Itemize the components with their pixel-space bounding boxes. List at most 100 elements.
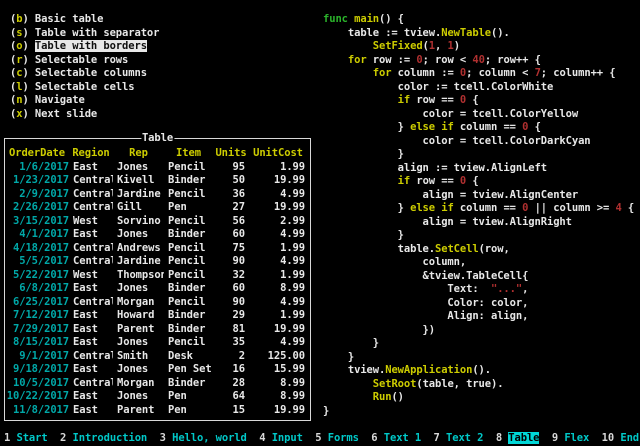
status-slide-10[interactable]: 10 End (602, 432, 639, 444)
status-slide-2[interactable]: 2 Introduction (60, 432, 147, 444)
code-token: column == (454, 202, 522, 214)
table-cell: Jones (113, 363, 164, 377)
code-line: } (323, 337, 634, 351)
table-cell: Binder (164, 282, 213, 296)
table-row: 9/18/2017EastJonesPen Set1615.99 (5, 363, 310, 377)
table-cell: Gill (113, 201, 164, 215)
code-token: (). (472, 364, 491, 376)
status-slide-3[interactable]: 3 Hello, world (160, 432, 247, 444)
status-slide-9[interactable]: 9 Flex (552, 432, 589, 444)
table-cell: Pen (164, 390, 213, 404)
table-cell: 2/26/2017 (5, 201, 69, 215)
menu-item-c[interactable]: (c) Selectable columns (10, 67, 159, 81)
table-cell: 4.99 (249, 228, 307, 242)
menu-item-n[interactable]: (n) Navigate (10, 94, 159, 108)
menu-item-x[interactable]: (x) Next slide (10, 108, 159, 122)
code-token: } (323, 337, 379, 349)
table-cell: 8.99 (249, 282, 307, 296)
status-slide-8[interactable]: 8 Table (496, 432, 540, 444)
code-token: color = tcell.ColorDarkCyan (323, 135, 591, 147)
table-row: 9/1/2017CentralSmithDesk2125.00 (5, 350, 310, 364)
shortcut-paren: ) (22, 27, 34, 39)
table-panel: Table OrderDateRegionRepItemUnitsUnitCos… (4, 138, 311, 421)
code-line: SetFixed(1, 1) (323, 40, 634, 54)
code-line: if row == 0 { (323, 94, 634, 108)
shortcut-paren: ) (22, 13, 34, 25)
table-cell: 36 (213, 188, 249, 202)
table-cell: 2.99 (249, 215, 307, 229)
table-cell: 4/18/2017 (5, 242, 69, 256)
table-cell: 29 (213, 309, 249, 323)
table-row: 5/5/2017CentralJardinePencil904.99 (5, 255, 310, 269)
code-line: color := tcell.ColorWhite (323, 81, 634, 95)
menu-item-o[interactable]: (o) Table with borders (10, 40, 159, 54)
table-cell: 50 (213, 174, 249, 188)
table-cell: Thompson (113, 269, 164, 283)
table-cell: 15 (213, 404, 249, 418)
table-cell: 1.99 (249, 161, 307, 175)
status-slide-number: 7 (434, 432, 440, 444)
table-cell: West (69, 269, 113, 283)
table-row: 1/6/2017EastJonesPencil951.99 (5, 161, 310, 175)
table-row: 10/22/2017EastJonesPen648.99 (5, 390, 310, 404)
code-line: Color: color, (323, 297, 634, 311)
status-slide-6[interactable]: 6 Text 1 (371, 432, 421, 444)
table-cell: East (69, 336, 113, 350)
code-line: for row := 0; row < 40; row++ { (323, 54, 634, 68)
table-cell: Parent (113, 323, 164, 337)
table-cell: Central (69, 377, 113, 391)
table-cell: 125.00 (249, 350, 307, 364)
code-line: align = tview.AlignCenter (323, 189, 634, 203)
code-token: Color: color, (323, 297, 528, 309)
menu-item-b[interactable]: (b) Basic table (10, 13, 159, 27)
code-token: if (441, 121, 453, 133)
table-cell: 4.99 (249, 336, 307, 350)
table-row: 6/25/2017CentralMorganPencil904.99 (5, 296, 310, 310)
table-cell: 9/1/2017 (5, 350, 69, 364)
table-cell: 90 (213, 296, 249, 310)
status-slide-5[interactable]: 5 Forms (315, 432, 359, 444)
code-line: Text: "...", (323, 283, 634, 297)
menu-item-r[interactable]: (r) Selectable rows (10, 54, 159, 68)
table-row: 2/9/2017CentralJardinePencil364.99 (5, 188, 310, 202)
status-slide-number: 4 (259, 432, 265, 444)
code-token: column := (391, 67, 459, 79)
code-token: column == (454, 121, 522, 133)
status-slide-label: Text 2 (446, 432, 483, 444)
table-row: 4/18/2017CentralAndrewsPencil751.99 (5, 242, 310, 256)
menu-item-l[interactable]: (l) Selectable cells (10, 81, 159, 95)
shortcut-paren: ) (22, 40, 34, 52)
code-token (323, 40, 373, 52)
table-cell: Pen (164, 201, 213, 215)
table-header-cell: Region (69, 147, 113, 161)
code-token (323, 67, 373, 79)
table-cell: East (69, 282, 113, 296)
code-token: (). (491, 27, 510, 39)
code-token (323, 94, 398, 106)
status-slide-1[interactable]: 1 Start (4, 432, 48, 444)
table-cell: West (69, 215, 113, 229)
table-cell: Pencil (164, 188, 213, 202)
table-cell: 9/18/2017 (5, 363, 69, 377)
table-cell: Binder (164, 228, 213, 242)
code-line: table.SetCell(row, (323, 243, 634, 257)
code-token: color = tcell.ColorYellow (323, 108, 578, 120)
code-token: SetFixed (373, 40, 423, 52)
table-cell: 27 (213, 201, 249, 215)
table-cell: Morgan (113, 296, 164, 310)
status-slide-4[interactable]: 4 Input (259, 432, 303, 444)
table-cell: 15.99 (249, 363, 307, 377)
code-token: () { (379, 13, 404, 25)
status-slide-7[interactable]: 7 Text 2 (434, 432, 484, 444)
code-line: &tview.TableCell{ (323, 270, 634, 284)
table-cell: Jardine (113, 255, 164, 269)
table-cell: 19.99 (249, 323, 307, 337)
status-slide-label: End (620, 432, 639, 444)
table-cell: 28 (213, 377, 249, 391)
menu-item-s[interactable]: (s) Table with separator (10, 27, 159, 41)
code-token: { (466, 175, 478, 187)
table-cell: 10/5/2017 (5, 377, 69, 391)
status-bar: 1 Start 2 Introduction 3 Hello, world 4 … (4, 430, 640, 446)
shortcut-paren: ) (22, 67, 34, 79)
table-cell: 5/22/2017 (5, 269, 69, 283)
